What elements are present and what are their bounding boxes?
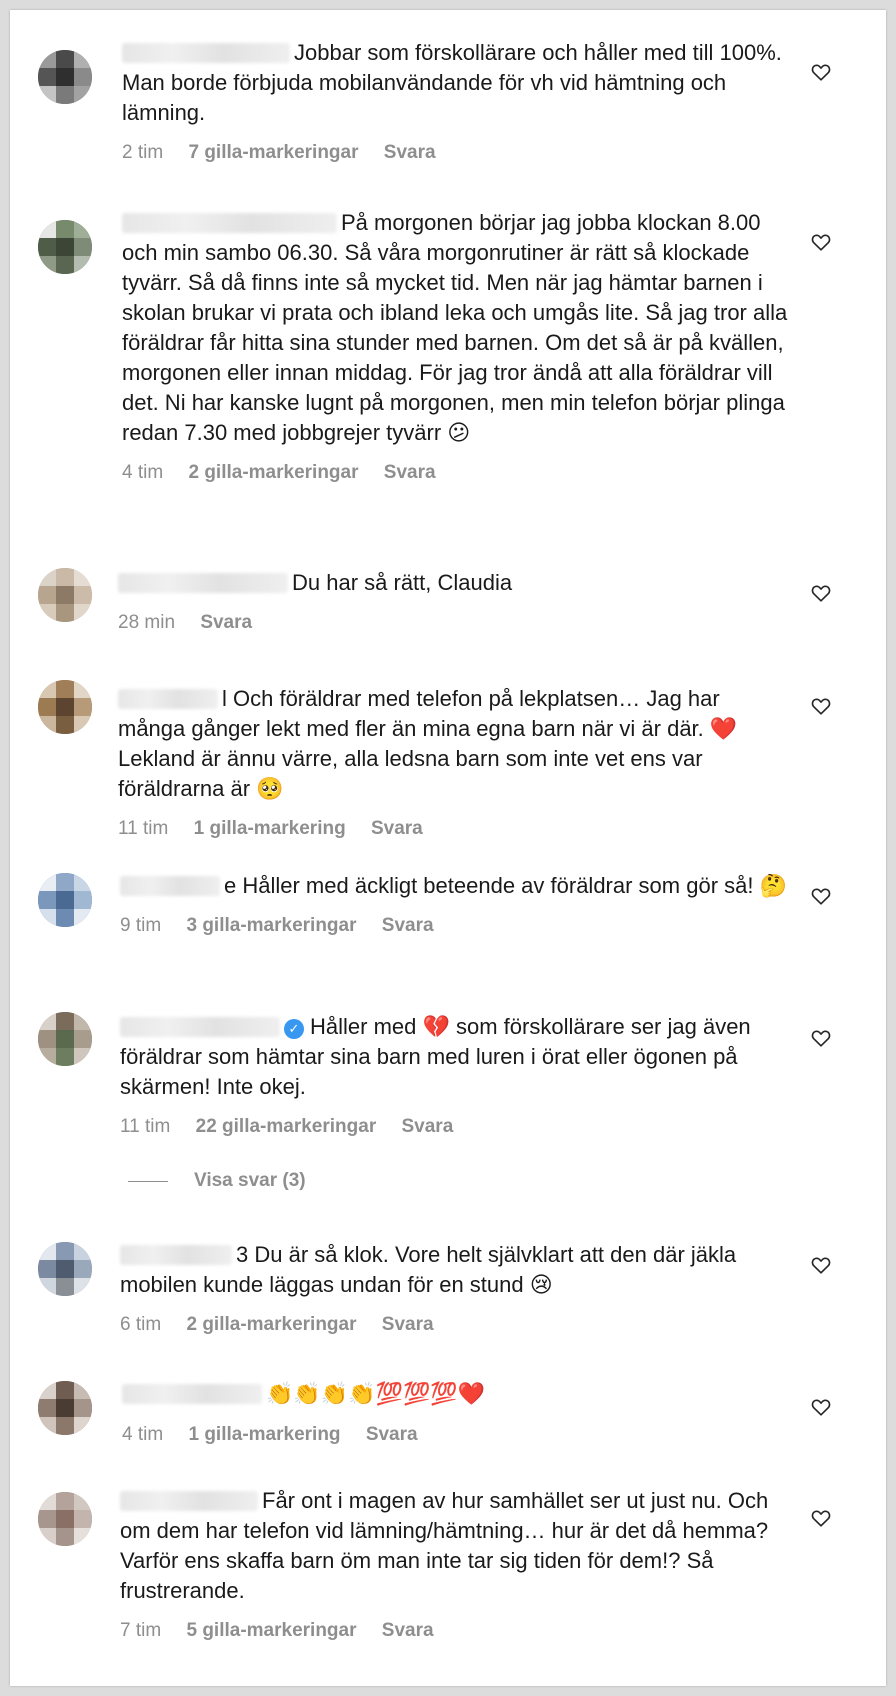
comment-body: På morgonen börjar jag jobba klockan 8.0… xyxy=(122,208,792,486)
username-redacted[interactable] xyxy=(122,43,290,63)
comment-body: 3 Du är så klok. Vore helt självklart at… xyxy=(120,1240,790,1338)
comment-body: Du har så rätt, Claudia 28 min Svara xyxy=(118,568,788,636)
comment-body: Jobbar som förskollärare och håller med … xyxy=(122,38,792,166)
heart-icon[interactable] xyxy=(810,1027,832,1049)
reply-button[interactable]: Svara xyxy=(384,142,436,163)
likes-count[interactable]: 22 gilla-markeringar xyxy=(196,1116,377,1137)
username-redacted[interactable] xyxy=(120,1491,258,1511)
reply-button[interactable]: Svara xyxy=(200,612,252,633)
heart-icon[interactable] xyxy=(810,1507,832,1529)
view-replies-button[interactable]: Visa svar (3) xyxy=(128,1166,306,1196)
comment-time: 9 tim xyxy=(120,915,162,936)
heart-icon[interactable] xyxy=(810,582,832,604)
heart-icon[interactable] xyxy=(810,1396,832,1418)
likes-count[interactable]: 3 gilla-markeringar xyxy=(186,915,356,936)
comment-time: 2 tim xyxy=(122,142,164,163)
likes-count[interactable]: 7 gilla-markeringar xyxy=(188,142,358,163)
username-redacted[interactable] xyxy=(120,1245,232,1265)
username-redacted[interactable] xyxy=(118,573,288,593)
comment-text: På morgonen börjar jag jobba klockan 8.0… xyxy=(122,210,788,445)
comment-body: Får ont i magen av hur samhället ser ut … xyxy=(120,1486,790,1644)
reply-button[interactable]: Svara xyxy=(371,818,423,839)
verified-badge-icon: ✓ xyxy=(284,1019,304,1039)
avatar[interactable] xyxy=(38,220,92,274)
avatar[interactable] xyxy=(38,680,92,734)
likes-count[interactable]: 1 gilla-markering xyxy=(188,1424,340,1445)
avatar[interactable] xyxy=(38,50,92,104)
avatar[interactable] xyxy=(38,1381,92,1435)
heart-icon[interactable] xyxy=(810,695,832,717)
comment-time: 4 tim xyxy=(122,462,164,483)
comment-time: 6 tim xyxy=(120,1314,162,1335)
heart-icon[interactable] xyxy=(810,231,832,253)
comment-body: ✓ Håller med 💔 som förskollärare ser jag … xyxy=(120,1012,790,1140)
heart-icon[interactable] xyxy=(810,61,832,83)
heart-icon[interactable] xyxy=(810,885,832,907)
reply-button[interactable]: Svara xyxy=(384,462,436,483)
avatar[interactable] xyxy=(38,1012,92,1066)
reply-button[interactable]: Svara xyxy=(402,1116,454,1137)
username-redacted[interactable] xyxy=(120,1017,280,1037)
comment-text: 👏👏👏👏💯💯💯❤️ xyxy=(266,1382,486,1407)
comments-panel: Jobbar som förskollärare och håller med … xyxy=(10,10,886,1686)
avatar[interactable] xyxy=(38,1492,92,1546)
comment-text: Du har så rätt, Claudia xyxy=(292,570,513,595)
username-redacted[interactable] xyxy=(122,1384,262,1404)
comment-body: l Och föräldrar med telefon på lekplatse… xyxy=(118,684,788,842)
comment-body: 👏👏👏👏💯💯💯❤️ 4 tim 1 gilla-markering Svara xyxy=(122,1379,792,1448)
likes-count[interactable]: 1 gilla-markering xyxy=(194,818,346,839)
likes-count[interactable]: 2 gilla-markeringar xyxy=(188,462,358,483)
comment-time: 11 tim xyxy=(120,1116,171,1137)
likes-count[interactable]: 5 gilla-markeringar xyxy=(186,1620,356,1641)
avatar[interactable] xyxy=(38,1242,92,1296)
heart-icon[interactable] xyxy=(810,1254,832,1276)
comment-time: 7 tim xyxy=(120,1620,162,1641)
reply-button[interactable]: Svara xyxy=(382,1620,434,1641)
reply-button[interactable]: Svara xyxy=(382,915,434,936)
avatar[interactable] xyxy=(38,873,92,927)
divider xyxy=(128,1180,168,1182)
avatar[interactable] xyxy=(38,568,92,622)
username-redacted[interactable] xyxy=(122,213,337,233)
reply-button[interactable]: Svara xyxy=(382,1314,434,1335)
comment-body: e Håller med äckligt beteende av föräldr… xyxy=(120,871,790,939)
username-redacted[interactable] xyxy=(118,689,218,709)
likes-count[interactable]: 2 gilla-markeringar xyxy=(186,1314,356,1335)
username-redacted[interactable] xyxy=(120,876,220,896)
view-replies-label: Visa svar (3) xyxy=(194,1170,306,1191)
comment-time: 4 tim xyxy=(122,1424,164,1445)
reply-button[interactable]: Svara xyxy=(366,1424,418,1445)
comment-time: 28 min xyxy=(118,612,176,633)
comment-text: e Håller med äckligt beteende av föräldr… xyxy=(224,873,787,898)
comment-time: 11 tim xyxy=(118,818,169,839)
